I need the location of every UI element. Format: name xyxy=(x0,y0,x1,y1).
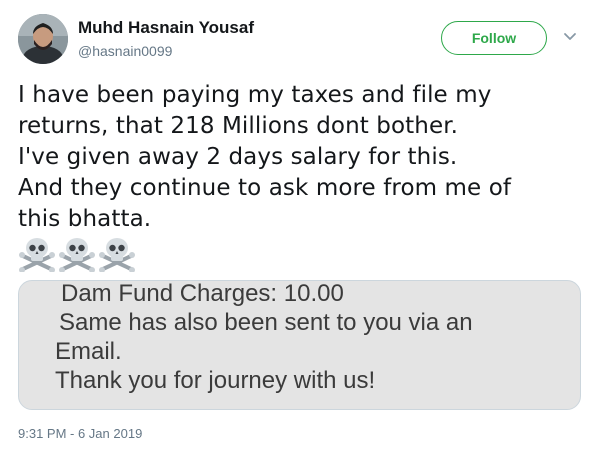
emoji-row xyxy=(18,236,136,272)
tweet-text-line: this bhatta. xyxy=(18,206,152,232)
sms-line: Dam Fund Charges: 10.00 xyxy=(61,280,344,307)
display-name[interactable]: Muhd Hasnain Yousaf xyxy=(78,18,254,38)
tweet-text: I have been paying my taxes and file my … xyxy=(18,80,588,235)
tweet-text-line: And they continue to ask more from me of xyxy=(18,175,512,201)
user-info: Muhd Hasnain Yousaf @hasnain0099 xyxy=(78,18,254,60)
media-image[interactable]: Dam Fund Charges: 10.00 Same has also be… xyxy=(18,280,581,410)
avatar[interactable] xyxy=(18,14,68,64)
sms-line: Same has also been sent to you via an xyxy=(59,309,473,336)
tweet: Muhd Hasnain Yousaf @hasnain0099 Follow … xyxy=(0,0,606,454)
sms-line: Thank you for journey with us! xyxy=(55,367,376,394)
follow-button[interactable]: Follow xyxy=(441,21,547,55)
user-handle[interactable]: @hasnain0099 xyxy=(78,42,254,60)
tweet-text-line: returns, that 218 Millions dont bother. xyxy=(18,113,459,139)
tweet-text-line: I have been paying my taxes and file my xyxy=(18,82,492,108)
skull-and-crossbones-icon xyxy=(59,238,95,272)
skull-and-crossbones-icon xyxy=(19,238,55,272)
chevron-down-icon[interactable] xyxy=(563,30,577,44)
skull-and-crossbones-icon xyxy=(99,238,135,272)
sms-line: Email. xyxy=(55,338,122,365)
sms-screenshot-text: Dam Fund Charges: 10.00 Same has also be… xyxy=(55,280,473,395)
timestamp[interactable]: 9:31 PM - 6 Jan 2019 xyxy=(18,426,142,441)
tweet-text-line: I've given away 2 days salary for this. xyxy=(18,144,458,170)
